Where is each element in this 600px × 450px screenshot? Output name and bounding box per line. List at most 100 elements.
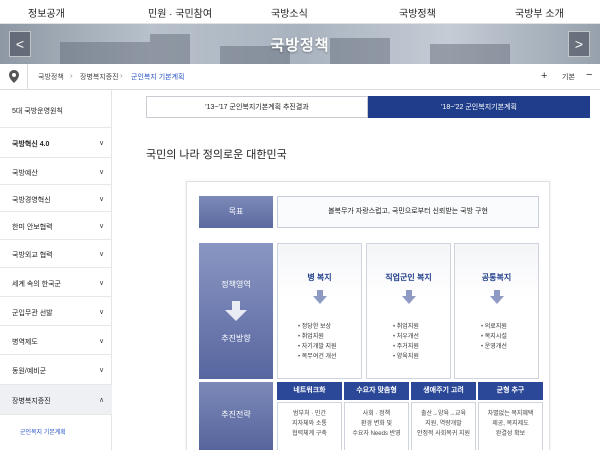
nav-item-policy[interactable]: 국방정책 — [399, 5, 436, 20]
chevron-up-icon: ∧ — [99, 397, 105, 404]
zoom-level-label: 기본 — [562, 74, 575, 81]
section-banner: 국방정책 < > — [0, 24, 600, 64]
strategy-line: 차별없는 복지혜택 — [487, 411, 534, 417]
sidebar-item-label: 국방경영혁신 — [12, 197, 51, 204]
sidebar-item-conscription[interactable]: 병역제도 ∨ — [0, 326, 112, 355]
sidebar-item-attache[interactable]: 군입무관 선발 ∨ — [0, 297, 112, 326]
chevron-down-icon: ∨ — [99, 140, 105, 147]
sidebar-item-diplomacy[interactable]: 국방외교 협력 ∨ — [0, 240, 112, 268]
sidebar-item-label: 한미 안보협력 — [12, 224, 53, 231]
chevron-down-icon: ∨ — [99, 367, 105, 374]
strategy-line: 제공, 복지제도 — [492, 421, 529, 427]
strategy-card-balance: 균형 추구차별없는 복지혜택제공, 복지제도완결성 확보 — [478, 382, 543, 450]
banner-prev-button[interactable]: < — [9, 31, 31, 57]
breadcrumb-item-policy[interactable]: 국방정책 — [38, 72, 64, 82]
list-item: 취업지원 — [393, 322, 419, 332]
list-item: 의료지원 — [481, 322, 507, 332]
goal-label: 목표 — [199, 196, 273, 228]
chevron-down-icon: ∨ — [99, 309, 105, 316]
arrow-down-icon — [313, 290, 327, 304]
strategy-line: 완결성 확보 — [495, 431, 526, 437]
sidebar-item-label: 5대 국방운영원칙 — [12, 108, 63, 115]
policy-card-list: 의료지원 복지시설 운영개선 — [481, 322, 507, 352]
policy-card-common: 공통복지 의료지원 복지시설 운영개선 — [454, 243, 539, 379]
nav-item-about[interactable]: 국방부 소개 — [515, 5, 564, 20]
direction-label: 추진방향 — [221, 334, 251, 343]
nav-item-petition[interactable]: 민원 · 국민참여 — [148, 5, 212, 20]
welfare-plan-diagram: 목표 볼복무가 자랑스럽고, 국민으로부터 신뢰받는 국방 구현 정책영역 추진… — [186, 181, 550, 450]
sidebar-item-label: 장병복지증진 — [12, 398, 51, 405]
strategy-card-custom: 수요자 맞춤형 사회 · 정책 환경 변화 및 수요자 Needs 반영 — [344, 382, 409, 450]
policy-card-list: 취업지원 처우개선 주거지원 양육지원 — [393, 322, 419, 362]
breadcrumb-item-current: 군인복지 기본계획 — [131, 74, 185, 81]
strategy-card-body: 사회 · 정책 환경 변화 및 수요자 Needs 반영 — [344, 402, 409, 450]
list-item: 자기개발 지원 — [298, 342, 337, 352]
zoom-in-button[interactable]: + — [541, 70, 547, 82]
tab-plan-2013-2017[interactable]: '13~'17 군인복지기본계획 추진결과 — [146, 96, 368, 118]
strategy-card-title: 생애주기 고려 — [411, 382, 476, 400]
sidebar-subitem-welfare-plan[interactable]: 군인복지 기본계획 — [20, 427, 66, 436]
sidebar-item-label: 국방혁신 4.0 — [12, 141, 50, 148]
list-item: 복지시설 — [481, 332, 507, 342]
sidebar-item-reserve[interactable]: 동원/예비군 ∨ — [0, 355, 112, 385]
nav-item-news[interactable]: 국방소식 — [271, 5, 308, 20]
strategy-card-title: 수요자 맞춤형 — [344, 382, 409, 400]
strategy-card-network: 네트워크화 범부처 · 민간 지자체와 소통 협력체계 구축 — [277, 382, 342, 450]
list-item: 주거지원 — [393, 342, 419, 352]
strategy-card-title: 균형 추구 — [478, 382, 543, 400]
zoom-out-button[interactable]: − — [586, 69, 592, 81]
sidebar-item-korea-us[interactable]: 한미 안보협력 ∨ — [0, 212, 112, 240]
chevron-right-icon: › — [120, 71, 123, 80]
sidebar-item-innovation[interactable]: 국방혁신 4.0 ∨ — [0, 128, 112, 158]
strategy-line: 지원, 역량개발 — [425, 421, 462, 427]
policy-card-career: 직업군인 복지 취업지원 처우개선 주거지원 양육지원 — [366, 243, 451, 379]
sidebar-item-principles[interactable]: 5대 국방운영원칙 — [0, 92, 112, 128]
tab-plan-2018-2022[interactable]: '18~'22 군인복지기본계획 — [368, 96, 590, 118]
strategy-line: 안정적 사회복귀 지원 — [416, 431, 470, 437]
chevron-down-icon: ∨ — [99, 196, 105, 203]
banner-next-button[interactable]: > — [568, 31, 590, 57]
strategy-line: 협력체계 구축 — [292, 431, 327, 437]
sidebar-item-label: 병역제도 — [12, 339, 38, 346]
sidebar-item-welfare[interactable]: 장병복지증진 ∧ — [0, 385, 112, 415]
chevron-down-icon: ∨ — [99, 338, 105, 345]
breadcrumb-item-welfare[interactable]: 장병복지증진 — [80, 72, 119, 82]
sidebar: 5대 국방운영원칙 국방혁신 4.0 ∨ 국방예산 ∨ 국방경영혁신 ∨ 한미 … — [0, 90, 112, 450]
list-item: 복무여건 개선 — [298, 352, 337, 362]
sidebar-item-label: 동원/예비군 — [12, 368, 47, 375]
arrow-down-icon — [490, 290, 504, 304]
strategy-line: 지자체와 소통 — [292, 421, 327, 427]
sidebar-item-label: 국방예산 — [12, 170, 38, 177]
strategy-line: 사회 · 정책 — [362, 411, 391, 417]
strategy-line: 환경 변화 및 — [361, 421, 392, 427]
strategy-card-body: 출산→양육→교육 지원, 역량개발 안정적 사회복귀 지원 — [411, 402, 476, 450]
policy-card-title: 직업군인 복지 — [385, 273, 432, 282]
chevron-down-icon: ∨ — [99, 223, 105, 230]
sidebar-item-label: 국방외교 협력 — [12, 252, 53, 259]
page-title: 국민의 나라 정의로운 대한민국 — [146, 149, 287, 161]
strategy-line: 범부처 · 민간 — [293, 411, 326, 417]
chevron-down-icon: ∨ — [99, 280, 105, 287]
nav-item-info[interactable]: 정보공개 — [28, 5, 65, 20]
sidebar-item-budget[interactable]: 국방예산 ∨ — [0, 158, 112, 185]
top-navigation: 정보공개 민원 · 국민참여 국방소식 국방정책 국방부 소개 — [0, 0, 600, 24]
chevron-down-icon: ∨ — [99, 251, 105, 258]
breadcrumb: 국방정책 › 장병복지증진 › 군인복지 기본계획 + 기본 − — [0, 64, 600, 90]
policy-card-soldier: 병 복지 정당한 보상 취업지원 자기개발 지원 복무여건 개선 — [277, 243, 362, 379]
policy-card-title: 병 복지 — [307, 273, 332, 282]
location-pin-icon — [0, 64, 28, 90]
banner-title: 국방정책 — [270, 37, 330, 54]
strategy-card-body: 범부처 · 민간 지자체와 소통 협력체계 구축 — [277, 402, 342, 450]
sidebar-item-management[interactable]: 국방경영혁신 ∨ — [0, 185, 112, 212]
strategy-label-text: 추진전략 — [221, 410, 251, 419]
strategy-line: 출산→양육→교육 — [420, 411, 467, 417]
sidebar-item-label: 군입무관 선발 — [12, 310, 53, 317]
list-item: 양육지원 — [393, 352, 419, 362]
sidebar-item-global[interactable]: 세계 속의 한국군 ∨ — [0, 268, 112, 297]
arrow-down-icon — [402, 290, 416, 304]
strategy-line: 수요자 Needs 반영 — [352, 431, 401, 437]
sidebar-item-label: 세계 속의 한국군 — [12, 281, 61, 288]
policy-card-list: 정당한 보상 취업지원 자기개발 지원 복무여건 개선 — [298, 322, 337, 362]
chevron-down-icon: ∨ — [99, 169, 105, 176]
strategy-card-lifecycle: 생애주기 고려 출산→양육→교육 지원, 역량개발 안정적 사회복귀 지원 — [411, 382, 476, 450]
